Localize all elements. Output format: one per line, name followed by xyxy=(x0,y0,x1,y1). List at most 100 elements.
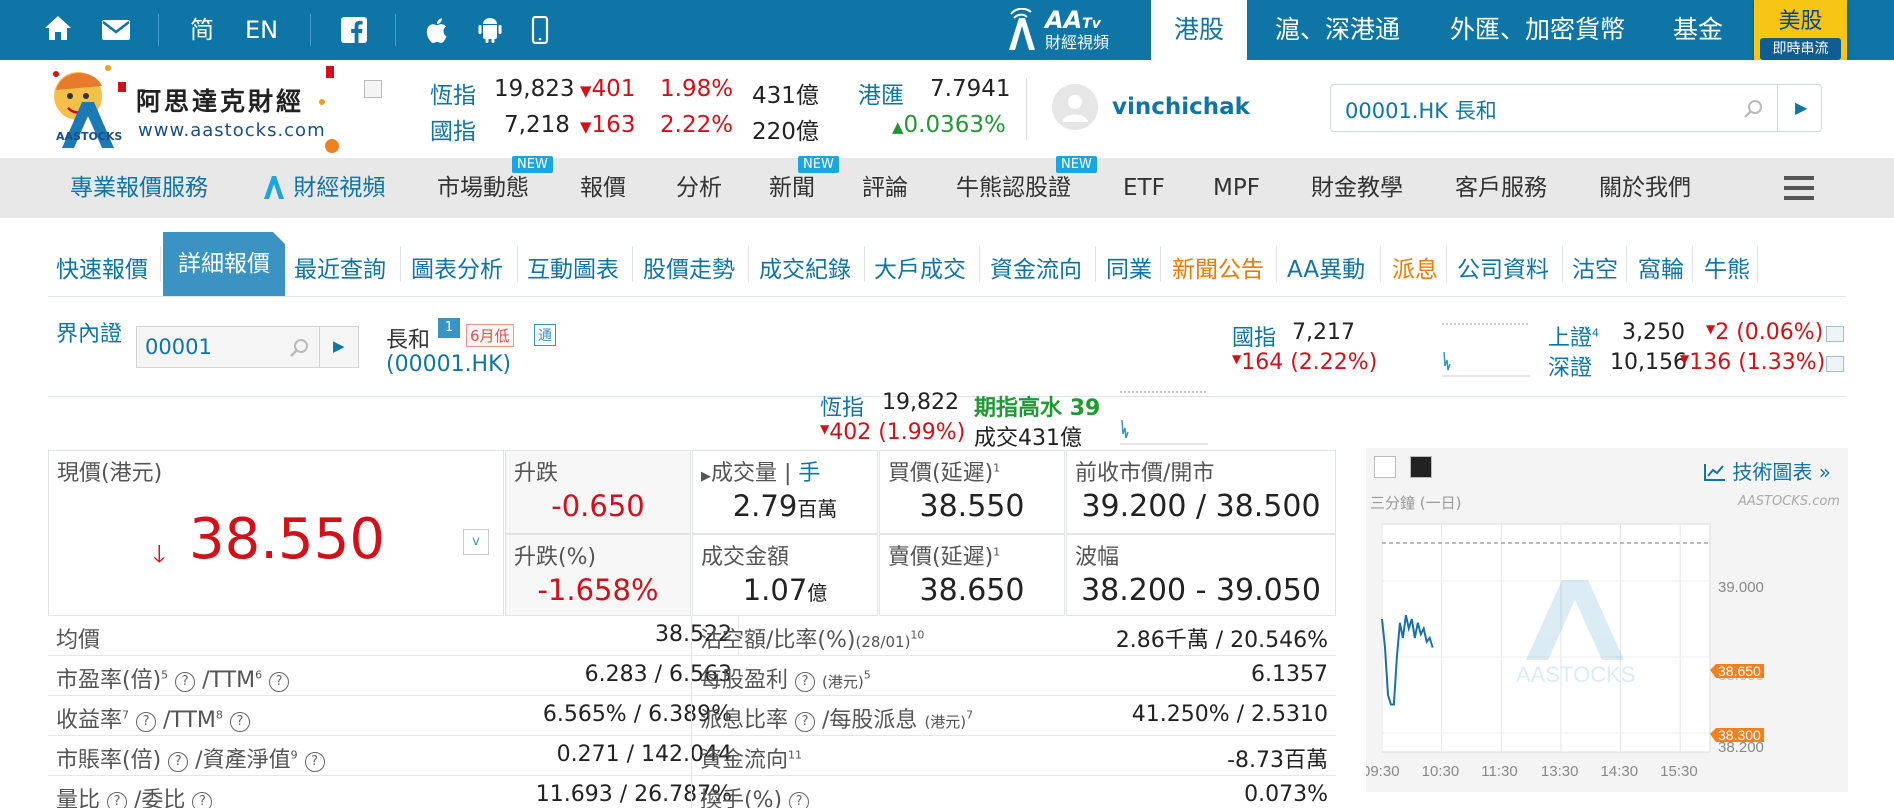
mobile-icon[interactable] xyxy=(524,14,556,46)
search-go-icon[interactable]: ▶ xyxy=(1795,98,1807,117)
nav-commentary[interactable]: 評論 xyxy=(862,158,908,218)
stock-search-box[interactable]: 00001.HK 長和 ▶ xyxy=(1330,84,1822,132)
us-badge-subtitle: 即時串流 xyxy=(1760,38,1841,60)
chart-icon[interactable] xyxy=(1826,326,1844,342)
stock-search-input[interactable]: 00001.HK 長和 xyxy=(1345,95,1497,125)
subtab-quick-quote[interactable]: 快速報價 xyxy=(56,246,148,294)
mini-shenzhen-label[interactable]: 深證 xyxy=(1548,350,1592,382)
x-tick-label: 11:30 xyxy=(1481,763,1517,780)
dark-theme-toggle[interactable] xyxy=(1410,456,1432,478)
subtab-price-trend[interactable]: 股價走勢 xyxy=(643,246,735,294)
help-icon[interactable]: ? xyxy=(229,712,250,732)
hsi-label[interactable]: 恆指 xyxy=(430,76,476,110)
nav-customer-service[interactable]: 客戶服務 xyxy=(1455,158,1547,218)
help-icon[interactable]: ? xyxy=(789,792,810,808)
nav-funds[interactable]: 基金 xyxy=(1673,0,1723,60)
nav-hk-stocks-tab[interactable]: 港股 xyxy=(1151,0,1247,60)
x-tick-label: 09:30 xyxy=(1366,763,1400,780)
apple-icon[interactable] xyxy=(422,14,454,46)
subtab-news-announcements[interactable]: 新聞公告 xyxy=(1172,246,1264,294)
help-icon[interactable]: ? xyxy=(192,792,213,808)
subtab-short-selling[interactable]: 沽空 xyxy=(1572,246,1618,294)
help-icon[interactable]: ? xyxy=(136,712,157,732)
mini-hsce-label[interactable]: 國指 xyxy=(1232,320,1276,352)
subtab-transactions[interactable]: 成交紀錄 xyxy=(759,246,851,294)
chart-icon[interactable] xyxy=(1826,356,1844,372)
search-icon[interactable] xyxy=(1743,99,1763,119)
detail-table: 均價 38.522 沽空額/比率(%)(28/01)10 2.86千萬 / 20… xyxy=(48,616,1336,808)
help-icon[interactable]: ? xyxy=(168,752,189,772)
help-icon[interactable]: ? xyxy=(795,712,816,732)
aatv-logo[interactable]: AATv 財經視頻 xyxy=(1005,6,1125,54)
nav-finance-education[interactable]: 財金教學 xyxy=(1311,158,1403,218)
hsce-pct: 2.22% xyxy=(660,112,734,138)
price-tag-high: 38.650 xyxy=(1710,663,1764,679)
subtab-large-trades[interactable]: 大戶成交 xyxy=(874,246,966,294)
money-flow-value: -8.73百萬 xyxy=(1227,748,1328,773)
intraday-chart[interactable]: AASTOCKS 39.000 38.200 38.600 38.650 38.… xyxy=(1366,520,1848,792)
aastocks-logo[interactable]: AASTOCKS 阿思達克財經 www.aastocks.com xyxy=(48,62,348,158)
nav-warrants-cbbc[interactable]: 牛熊認股證 xyxy=(956,158,1071,218)
current-price: 38.550 xyxy=(189,507,385,572)
nav-video[interactable]: 財經視頻 xyxy=(262,158,385,218)
lang-simplified-link[interactable]: 简 xyxy=(190,14,214,46)
subtab-dividends[interactable]: 派息 xyxy=(1392,246,1438,294)
subtab-chart-analysis[interactable]: 圖表分析 xyxy=(411,246,503,294)
subtab-interactive-chart[interactable]: 互動圖表 xyxy=(527,246,619,294)
subtab-warrants[interactable]: 窩輪 xyxy=(1638,246,1684,294)
help-icon[interactable]: ? xyxy=(269,672,290,692)
new-badge: NEW xyxy=(512,156,553,173)
username-link[interactable]: vinchichak xyxy=(1112,94,1250,120)
hsce-label[interactable]: 國指 xyxy=(430,112,476,146)
nav-quote[interactable]: 報價 xyxy=(580,158,626,218)
nav-pro-quote-service[interactable]: 專業報價服務 xyxy=(70,158,208,218)
avatar[interactable] xyxy=(1052,84,1098,130)
subtab-money-flow[interactable]: 資金流向 xyxy=(990,246,1082,294)
expand-chevron-icon[interactable]: v xyxy=(463,529,489,555)
stock-code-box[interactable]: 00001 ▶ xyxy=(136,326,359,368)
hkd-fx-value: 7.7941 xyxy=(930,76,1011,102)
subtab-peers[interactable]: 同業 xyxy=(1106,246,1152,294)
subtab-cbbc[interactable]: 牛熊 xyxy=(1704,246,1750,294)
turnover-value: 1.07億 xyxy=(742,573,828,607)
nav-stock-connect[interactable]: 滬、深港通 xyxy=(1275,0,1400,60)
facebook-icon[interactable] xyxy=(338,14,370,46)
light-theme-toggle[interactable] xyxy=(1374,456,1396,478)
stock-code-input[interactable]: 00001 xyxy=(145,335,212,359)
help-icon[interactable]: ? xyxy=(795,672,816,692)
search-icon[interactable] xyxy=(289,338,309,358)
stock-badge-num[interactable]: 1 xyxy=(438,318,460,338)
mini-shanghai-change: ▼2 (0.06%) xyxy=(1706,320,1824,345)
bid-cell: 買價(延遲)1 38.550 xyxy=(879,450,1065,534)
stock-go-icon[interactable]: ▶ xyxy=(333,337,345,355)
pb-ratio-label: 市賬率(倍) ? /資產淨值9 ? xyxy=(56,742,325,774)
change-pct-cell: 升跌(%) -1.658% xyxy=(505,534,691,616)
nav-fx-crypto[interactable]: 外匯、加密貨幣 xyxy=(1450,0,1625,60)
android-icon[interactable] xyxy=(474,14,506,46)
subtab-company-info[interactable]: 公司資料 xyxy=(1457,246,1549,294)
hamburger-menu-icon[interactable] xyxy=(1784,176,1814,200)
help-icon[interactable]: ? xyxy=(107,792,128,808)
bid-value: 38.550 xyxy=(919,489,1025,524)
avg-price-label: 均價 xyxy=(56,628,101,653)
mini-shanghai-label[interactable]: 上證4 xyxy=(1548,320,1599,352)
help-icon[interactable]: ? xyxy=(175,672,196,692)
subtab-recent[interactable]: 最近查詢 xyxy=(294,246,386,294)
help-icon[interactable]: ? xyxy=(304,752,325,772)
subtab-aa-movers[interactable]: AA異動 xyxy=(1287,246,1365,294)
change-pct-label: 升跌(%) xyxy=(514,545,597,570)
mini-hsi-label[interactable]: 恆指 xyxy=(820,390,864,422)
nav-about-us[interactable]: 關於我們 xyxy=(1599,158,1691,218)
nav-etf[interactable]: ETF xyxy=(1123,158,1165,218)
table-row: 市賬率(倍) ? /資產淨值9 ? 0.271 / 142.044 資金流向11… xyxy=(48,736,1336,776)
lang-english-link[interactable]: EN xyxy=(245,14,278,46)
eps-value: 6.1357 xyxy=(1251,662,1328,687)
nav-mpf[interactable]: MPF xyxy=(1213,158,1260,218)
hkd-fx-label[interactable]: 港匯 xyxy=(858,76,904,110)
nav-analysis[interactable]: 分析 xyxy=(676,158,722,218)
mail-icon[interactable] xyxy=(100,14,132,46)
home-icon[interactable] xyxy=(42,14,74,46)
technical-chart-link[interactable]: 技術圖表 » xyxy=(1704,456,1831,485)
subtab-detail-quote[interactable]: 詳細報價 xyxy=(163,232,285,296)
logo-toggle-icon[interactable] xyxy=(364,80,382,98)
